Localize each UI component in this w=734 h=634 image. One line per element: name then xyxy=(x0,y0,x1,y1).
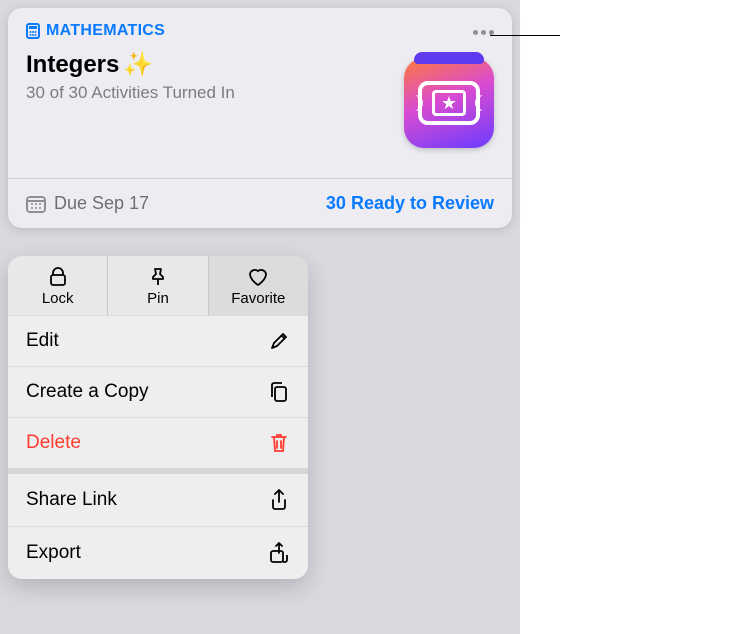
menu-pin[interactable]: Pin xyxy=(108,256,208,315)
pin-icon xyxy=(149,266,167,288)
calendar-icon xyxy=(26,195,46,213)
menu-list: Edit Create a Copy Delete Share Link xyxy=(8,315,308,579)
menu-edit-label: Edit xyxy=(26,330,59,352)
copy-icon xyxy=(268,381,290,403)
menu-export-label: Export xyxy=(26,542,81,564)
pencil-icon xyxy=(268,331,290,351)
due-date: Due Sep 17 xyxy=(26,193,149,214)
title-text: Integers xyxy=(26,51,119,79)
menu-lock-label: Lock xyxy=(42,290,74,307)
trash-icon xyxy=(268,432,290,454)
more-button[interactable] xyxy=(468,22,498,42)
menu-favorite-label: Favorite xyxy=(231,290,285,307)
menu-delete-label: Delete xyxy=(26,432,81,454)
ticket-icon: ★ xyxy=(418,81,480,125)
menu-favorite[interactable]: Favorite xyxy=(209,256,308,315)
menu-share-label: Share Link xyxy=(26,489,117,511)
heart-icon xyxy=(247,266,269,288)
lock-icon xyxy=(49,266,67,288)
menu-export[interactable]: Export xyxy=(8,526,308,579)
card-body: MATHEMATICS Integers ✨ 30 of 30 Activiti… xyxy=(8,8,512,178)
content-panel: MATHEMATICS Integers ✨ 30 of 30 Activiti… xyxy=(0,0,520,634)
menu-copy-label: Create a Copy xyxy=(26,381,149,403)
app-icon: ★ xyxy=(404,58,494,148)
calculator-icon xyxy=(26,23,40,39)
subject-row: MATHEMATICS xyxy=(26,22,494,40)
menu-delete[interactable]: Delete xyxy=(8,417,308,468)
subject-label: MATHEMATICS xyxy=(46,22,165,40)
due-label: Due Sep 17 xyxy=(54,193,149,214)
menu-share-link[interactable]: Share Link xyxy=(8,468,308,526)
card-footer: Due Sep 17 30 Ready to Review xyxy=(8,178,512,228)
assignment-card[interactable]: MATHEMATICS Integers ✨ 30 of 30 Activiti… xyxy=(8,8,512,228)
export-icon xyxy=(268,541,290,565)
sparkles-icon: ✨ xyxy=(123,50,153,79)
menu-lock[interactable]: Lock xyxy=(8,256,108,315)
context-menu: Lock Pin Favorite Edit xyxy=(8,256,308,579)
share-icon xyxy=(268,488,290,512)
menu-edit[interactable]: Edit xyxy=(8,315,308,366)
callout-line xyxy=(490,35,560,36)
menu-top-row: Lock Pin Favorite xyxy=(8,256,308,315)
menu-pin-label: Pin xyxy=(147,290,169,307)
menu-create-copy[interactable]: Create a Copy xyxy=(8,366,308,417)
ready-to-review-link[interactable]: 30 Ready to Review xyxy=(326,193,494,214)
